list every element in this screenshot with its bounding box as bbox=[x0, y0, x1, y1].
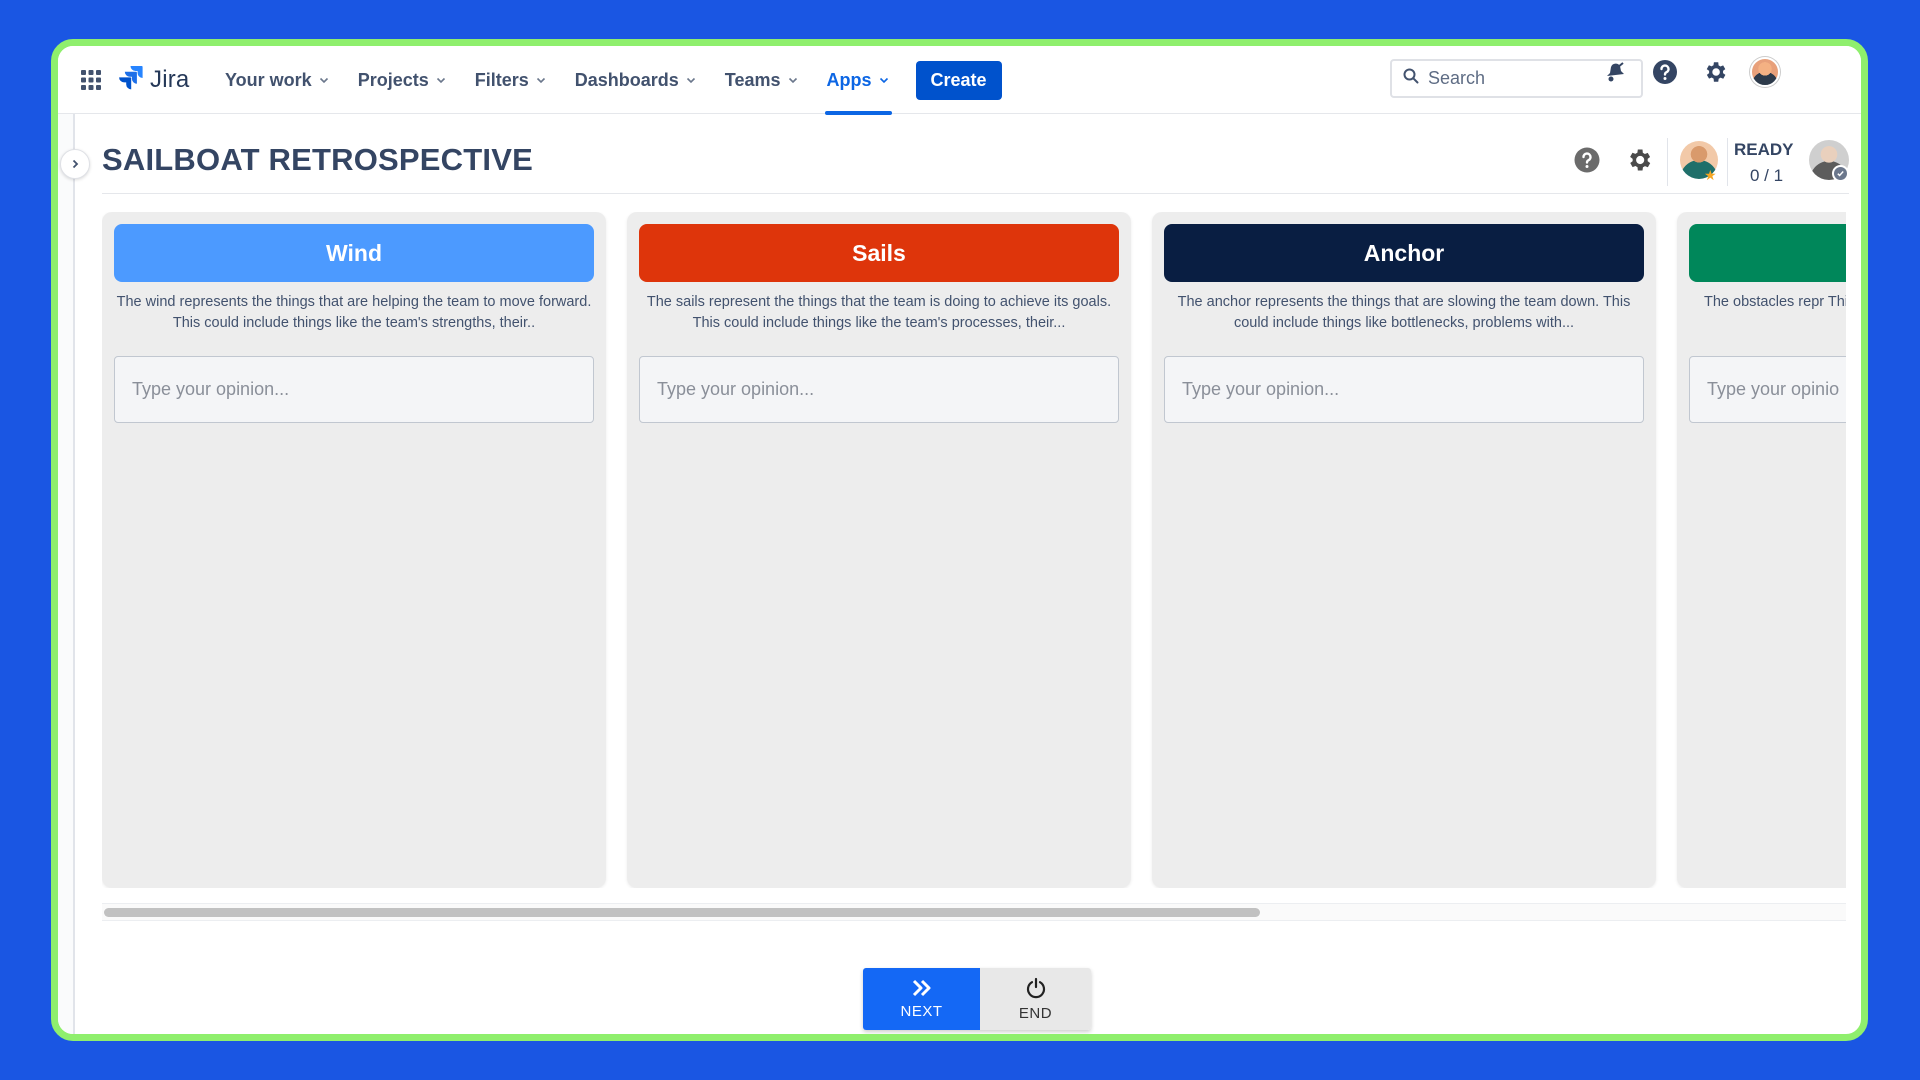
next-label: NEXT bbox=[900, 1002, 943, 1020]
nav-projects-label: Projects bbox=[357, 69, 429, 90]
jira-logo-text: Jira bbox=[150, 65, 190, 93]
nav-your-work-label: Your work bbox=[225, 69, 312, 90]
nav-dashboards-label: Dashboards bbox=[574, 69, 679, 90]
top-navigation: Jira Your work Projects Filters Dashboar… bbox=[58, 46, 1861, 115]
help-icon[interactable] bbox=[1649, 56, 1681, 88]
nav-dashboards[interactable]: Dashboards bbox=[561, 46, 711, 114]
sidebar-rail bbox=[58, 114, 75, 1034]
chevron-down-icon bbox=[319, 77, 328, 84]
profile-avatar[interactable] bbox=[1749, 56, 1781, 88]
double-chevron-right-icon bbox=[912, 979, 930, 996]
nav-teams-label: Teams bbox=[724, 69, 781, 90]
search-input[interactable] bbox=[1428, 68, 1628, 89]
column-header: Sails bbox=[639, 224, 1119, 282]
help-icon[interactable] bbox=[1573, 146, 1601, 179]
column-wind: Wind The wind represents the things that… bbox=[102, 212, 606, 888]
chevron-right-icon bbox=[72, 159, 79, 169]
chevron-down-icon bbox=[436, 77, 445, 84]
top-utility-icons bbox=[1599, 56, 1781, 88]
chevron-down-icon bbox=[686, 77, 695, 84]
opinion-input[interactable] bbox=[1689, 356, 1846, 423]
nav-filters-label: Filters bbox=[474, 69, 529, 90]
avatar bbox=[1750, 57, 1780, 87]
nav-your-work[interactable]: Your work bbox=[211, 46, 344, 114]
nav-teams[interactable]: Teams bbox=[711, 46, 813, 114]
power-icon bbox=[1026, 977, 1045, 998]
check-icon bbox=[1832, 165, 1849, 182]
chevron-down-icon bbox=[788, 77, 797, 84]
column-description: The sails represent the things that the … bbox=[646, 294, 1112, 331]
nav-apps-label: Apps bbox=[826, 69, 872, 90]
retro-board: Wind The wind represents the things that… bbox=[102, 212, 1846, 888]
header-underline bbox=[102, 193, 1849, 194]
horizontal-scrollbar[interactable] bbox=[102, 903, 1846, 921]
nav-apps[interactable]: Apps bbox=[813, 46, 904, 115]
app-switcher-icon[interactable] bbox=[79, 68, 103, 92]
chevron-down-icon bbox=[879, 77, 888, 84]
column-header: Anchor bbox=[1164, 224, 1644, 282]
column-sails: Sails The sails represent the things tha… bbox=[627, 212, 1131, 888]
notifications-icon[interactable] bbox=[1599, 56, 1631, 88]
column-anchor: Anchor The anchor represents the things … bbox=[1152, 212, 1656, 888]
page-title: SAILBOAT RETROSPECTIVE bbox=[102, 142, 533, 177]
nav-filters[interactable]: Filters bbox=[461, 46, 561, 114]
session-controls: NEXT END bbox=[863, 968, 1091, 1030]
create-button[interactable]: Create bbox=[915, 60, 1002, 100]
column-description: The anchor represents the things that ar… bbox=[1177, 294, 1631, 331]
opinion-input[interactable] bbox=[114, 356, 594, 423]
star-icon: ★ bbox=[1704, 167, 1717, 183]
header-divider bbox=[1667, 138, 1668, 186]
end-button[interactable]: END bbox=[980, 968, 1091, 1030]
ready-count: 0 / 1 bbox=[1750, 166, 1784, 185]
opinion-input[interactable] bbox=[639, 356, 1119, 423]
primary-nav: Your work Projects Filters Dashboards Te… bbox=[211, 46, 1002, 115]
app-window: Jira Your work Projects Filters Dashboar… bbox=[51, 39, 1868, 1041]
gear-icon[interactable] bbox=[1625, 146, 1653, 179]
chevron-down-icon bbox=[536, 77, 545, 84]
column-description: The wind represents the things that are … bbox=[116, 294, 592, 331]
settings-icon[interactable] bbox=[1699, 56, 1731, 88]
next-button[interactable]: NEXT bbox=[863, 968, 980, 1030]
search-icon bbox=[1402, 67, 1420, 90]
column-header bbox=[1689, 224, 1846, 282]
jira-logo-icon bbox=[118, 64, 144, 95]
column-header: Wind bbox=[114, 224, 594, 282]
ready-label: READY bbox=[1734, 140, 1794, 159]
header-divider bbox=[1727, 138, 1728, 186]
expand-sidebar-button[interactable] bbox=[60, 149, 90, 179]
column-obstacles: The obstacles repr This could include bbox=[1677, 212, 1846, 888]
jira-logo[interactable]: Jira bbox=[118, 64, 189, 95]
scrollbar-thumb[interactable] bbox=[104, 908, 1260, 917]
opinion-input[interactable] bbox=[1164, 356, 1644, 423]
column-description: The obstacles repr This could include bbox=[1704, 294, 1846, 310]
end-label: END bbox=[1018, 1004, 1053, 1022]
nav-projects[interactable]: Projects bbox=[344, 46, 461, 114]
